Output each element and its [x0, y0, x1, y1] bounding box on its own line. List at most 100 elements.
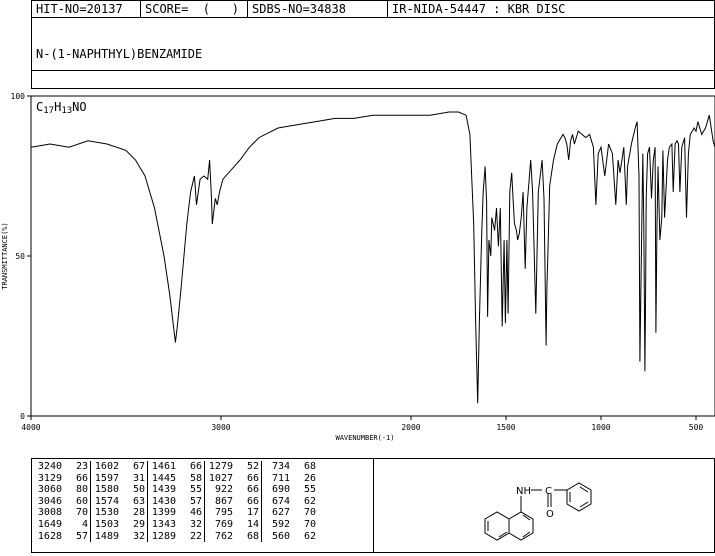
- peak-transmittance: 63: [121, 495, 148, 508]
- peak-wavenumber: 711: [271, 472, 290, 484]
- spectrum-line: [30, 111, 715, 404]
- peak-wavenumber: 1461: [151, 461, 176, 472]
- peak-transmittance: 31: [121, 472, 148, 485]
- peak-transmittance: 46: [178, 507, 205, 519]
- peak-transmittance: 66: [64, 472, 91, 485]
- peak-wavenumber: 1602: [94, 461, 119, 472]
- peak-transmittance: 55: [303, 484, 316, 496]
- header-bar: HIT-NO=20137 SCORE= ( ) SDBS-NO=34838 IR…: [31, 0, 715, 18]
- peak-transmittance: 26: [303, 472, 316, 484]
- peak-wavenumber: 1597: [94, 472, 119, 484]
- x-tick-label: 4000: [21, 423, 40, 432]
- y-axis-ticks: 0 50 100: [11, 92, 31, 421]
- peak-wavenumber: 769: [214, 518, 233, 530]
- peak-wavenumber: 674: [271, 495, 290, 507]
- peak-wavenumber: 3046: [37, 495, 62, 507]
- peak-transmittance: 50: [121, 484, 148, 496]
- peak-wavenumber: 3129: [37, 472, 62, 484]
- table-row: 3129 66 1597 31 1445 58 1027 66 711 26: [34, 472, 318, 485]
- peak-transmittance: 67: [121, 461, 148, 473]
- peak-transmittance: 32: [121, 530, 148, 543]
- hit-number: HIT-NO=20137: [32, 1, 141, 17]
- peak-transmittance: 62: [303, 530, 316, 542]
- y-axis-label: TRANSMITTANCE(%): [1, 222, 9, 289]
- peak-wavenumber: 1343: [151, 518, 176, 530]
- peak-transmittance: 23: [64, 461, 91, 473]
- peak-wavenumber: 922: [214, 484, 233, 496]
- peak-wavenumber: 3240: [37, 461, 62, 472]
- x-tick-label: 2000: [401, 423, 420, 432]
- x-axis-label: WAVENUMBER(-1): [335, 434, 394, 442]
- structure-box: NH C O: [373, 458, 715, 553]
- carbon-label: C: [545, 486, 552, 497]
- peak-wavenumber: 1580: [94, 484, 119, 496]
- y-tick-label: 100: [11, 92, 26, 101]
- peak-wavenumber: 1489: [94, 530, 119, 542]
- table-row: 1628 57 1489 32 1289 22 762 68 560 62: [34, 530, 318, 543]
- ir-spectrum-chart: 0 50 100 4000 3000 2000 1500 1000 500 WAVENUMBE…: [1, 92, 715, 442]
- peak-wavenumber: 1445: [151, 472, 176, 484]
- peak-wavenumber: 627: [271, 507, 290, 519]
- peak-wavenumber: 1503: [94, 518, 119, 530]
- table-row: 3240 23 1602 67 1461 66 1279 52 734 68: [34, 461, 318, 473]
- table-row: 1649 4 1503 29 1343 32 769 14 592 70: [34, 518, 318, 531]
- peak-wavenumber: 1649: [37, 518, 62, 530]
- oxygen-label: O: [546, 509, 554, 520]
- peak-wavenumber: 762: [214, 530, 233, 542]
- peak-transmittance: 70: [64, 507, 91, 519]
- peak-transmittance: 55: [178, 484, 205, 496]
- peak-transmittance: 66: [235, 495, 262, 508]
- peak-wavenumber: 1279: [208, 461, 233, 472]
- x-tick-label: 3000: [211, 423, 230, 432]
- sdbs-number: SDBS-NO=34838: [248, 1, 388, 17]
- table-row: 3008 70 1530 28 1399 46 795 17 627 70: [34, 507, 318, 519]
- peak-wavenumber: 1027: [208, 472, 233, 484]
- peak-transmittance: 66: [235, 484, 262, 496]
- x-tick-label: 1500: [496, 423, 515, 432]
- peak-wavenumber: 1530: [94, 507, 119, 519]
- compound-name-box: N-(1-NAPHTHYL)BENZAMIDE: [31, 17, 715, 71]
- formula-box: C17H13NO: [31, 70, 715, 116]
- peak-transmittance: 17: [235, 507, 262, 519]
- peak-wavenumber: 560: [271, 530, 290, 542]
- table-row: 3060 80 1580 50 1439 55 922 66 690 55: [34, 484, 318, 496]
- peak-transmittance: 62: [303, 495, 316, 507]
- x-axis-ticks: 4000 3000 2000 1500 1000 500: [21, 416, 703, 432]
- peak-wavenumber: 1430: [151, 495, 176, 507]
- peak-transmittance: 70: [303, 507, 316, 519]
- peak-transmittance: 58: [178, 472, 205, 485]
- x-tick-label: 500: [689, 423, 704, 432]
- y-tick-label: 0: [20, 412, 25, 421]
- peak-transmittance: 80: [64, 484, 91, 496]
- peak-transmittance: 29: [121, 518, 148, 531]
- score: SCORE= ( ): [141, 1, 248, 17]
- peak-wavenumber: 1628: [37, 530, 62, 542]
- x-tick-label: 1000: [591, 423, 610, 432]
- peak-wavenumber: 592: [271, 518, 290, 530]
- peak-transmittance: 22: [178, 530, 205, 543]
- peak-wavenumber: 1289: [151, 530, 176, 542]
- y-tick-label: 50: [15, 252, 25, 261]
- peak-wavenumber: 3008: [37, 507, 62, 519]
- ir-info: IR-NIDA-54447 : KBR DISC: [392, 2, 566, 16]
- peak-wavenumber: 1439: [151, 484, 176, 496]
- peak-table-box: 3240 23 1602 67 1461 66 1279 52 734 68 3129 66 1597 3…: [31, 458, 374, 553]
- peak-transmittance: 52: [235, 461, 262, 473]
- peak-transmittance: 4: [64, 518, 91, 531]
- nh-label: NH: [516, 486, 531, 497]
- peak-wavenumber: 3060: [37, 484, 62, 496]
- table-row: 3046 60 1574 63 1430 57 867 66 674 62: [34, 495, 318, 508]
- plot-frame: [30, 95, 715, 417]
- peak-transmittance: 60: [64, 495, 91, 508]
- peak-transmittance: 32: [178, 518, 205, 531]
- peak-wavenumber: 690: [271, 484, 290, 496]
- peak-transmittance: 66: [235, 472, 262, 485]
- molecule-structure: NH C O: [484, 482, 592, 541]
- peak-wavenumber: 867: [214, 495, 233, 507]
- peak-wavenumber: 795: [214, 507, 233, 519]
- compound-name: N-(1-NAPHTHYL)BENZAMIDE: [36, 47, 203, 61]
- peak-transmittance: 57: [178, 495, 205, 508]
- peak-wavenumber: 1399: [151, 507, 176, 519]
- peak-wavenumber: 734: [271, 461, 290, 472]
- peak-table: 3240 23 1602 67 1461 66 1279 52 734 68 3129 66 1597 3…: [34, 461, 318, 543]
